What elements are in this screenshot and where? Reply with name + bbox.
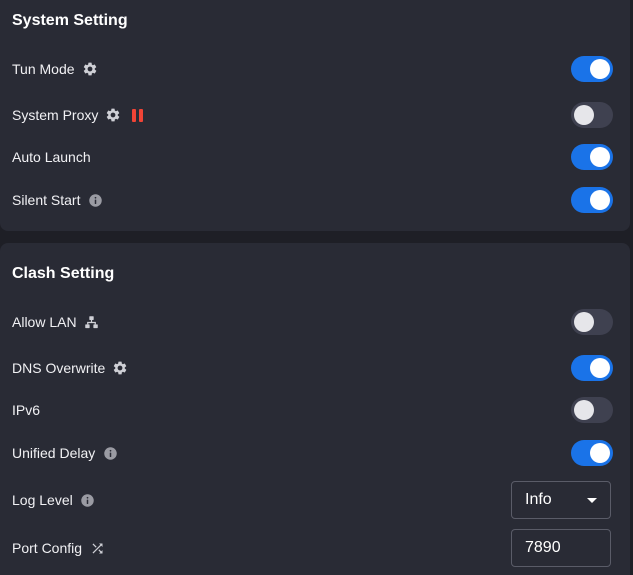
toggle-knob [590, 443, 610, 463]
tun-mode-row: Tun Mode [0, 49, 630, 89]
dns-overwrite-label: DNS Overwrite [12, 360, 106, 376]
toggle-knob [590, 59, 610, 79]
shuffle-icon[interactable] [89, 540, 105, 556]
dns-overwrite-row: DNS Overwrite [0, 348, 630, 388]
system-setting-panel: System Setting Tun Mode System Proxy Aut… [0, 0, 630, 231]
toggle-knob [574, 400, 594, 420]
ipv6-label: IPv6 [12, 402, 41, 418]
port-config-input[interactable] [511, 529, 611, 567]
allow-lan-row: Allow LAN [0, 302, 630, 342]
auto-launch-row: Auto Launch [0, 137, 630, 177]
toggle-knob [574, 105, 594, 125]
silent-start-row: Silent Start [0, 180, 630, 220]
gear-icon[interactable] [112, 360, 128, 376]
tun-mode-label: Tun Mode [12, 61, 75, 77]
silent-start-label: Silent Start [12, 192, 81, 208]
log-level-select[interactable]: Info [511, 481, 611, 519]
gear-icon[interactable] [82, 61, 98, 77]
log-level-row: Log Level Info [0, 480, 630, 520]
network-icon [84, 314, 100, 330]
silent-start-toggle[interactable] [571, 187, 613, 213]
system-proxy-row: System Proxy [0, 95, 630, 135]
info-icon [87, 192, 103, 208]
tun-mode-toggle[interactable] [571, 56, 613, 82]
toggle-knob [574, 312, 594, 332]
pause-icon [132, 108, 144, 122]
info-icon [80, 492, 96, 508]
unified-delay-toggle[interactable] [571, 440, 613, 466]
auto-launch-label: Auto Launch [12, 149, 91, 165]
gear-icon[interactable] [105, 107, 121, 123]
allow-lan-label: Allow LAN [12, 314, 77, 330]
toggle-knob [590, 190, 610, 210]
toggle-knob [590, 358, 610, 378]
caret-down-icon [587, 498, 597, 503]
dns-overwrite-toggle[interactable] [571, 355, 613, 381]
ipv6-toggle[interactable] [571, 397, 613, 423]
allow-lan-toggle[interactable] [571, 309, 613, 335]
log-level-value: Info [525, 491, 552, 508]
unified-delay-row: Unified Delay [0, 433, 630, 473]
port-config-label: Port Config [12, 540, 83, 556]
system-proxy-label: System Proxy [12, 107, 99, 123]
log-level-label: Log Level [12, 492, 73, 508]
clash-setting-title: Clash Setting [12, 265, 115, 282]
system-setting-title: System Setting [12, 12, 128, 29]
system-proxy-toggle[interactable] [571, 102, 613, 128]
ipv6-row: IPv6 [0, 390, 630, 430]
unified-delay-label: Unified Delay [12, 445, 96, 461]
toggle-knob [590, 147, 610, 167]
clash-setting-panel: Clash Setting Allow LAN DNS Overwrite IP… [0, 243, 630, 575]
info-icon [102, 445, 118, 461]
port-config-row: Port Config [0, 528, 630, 568]
auto-launch-toggle[interactable] [571, 144, 613, 170]
